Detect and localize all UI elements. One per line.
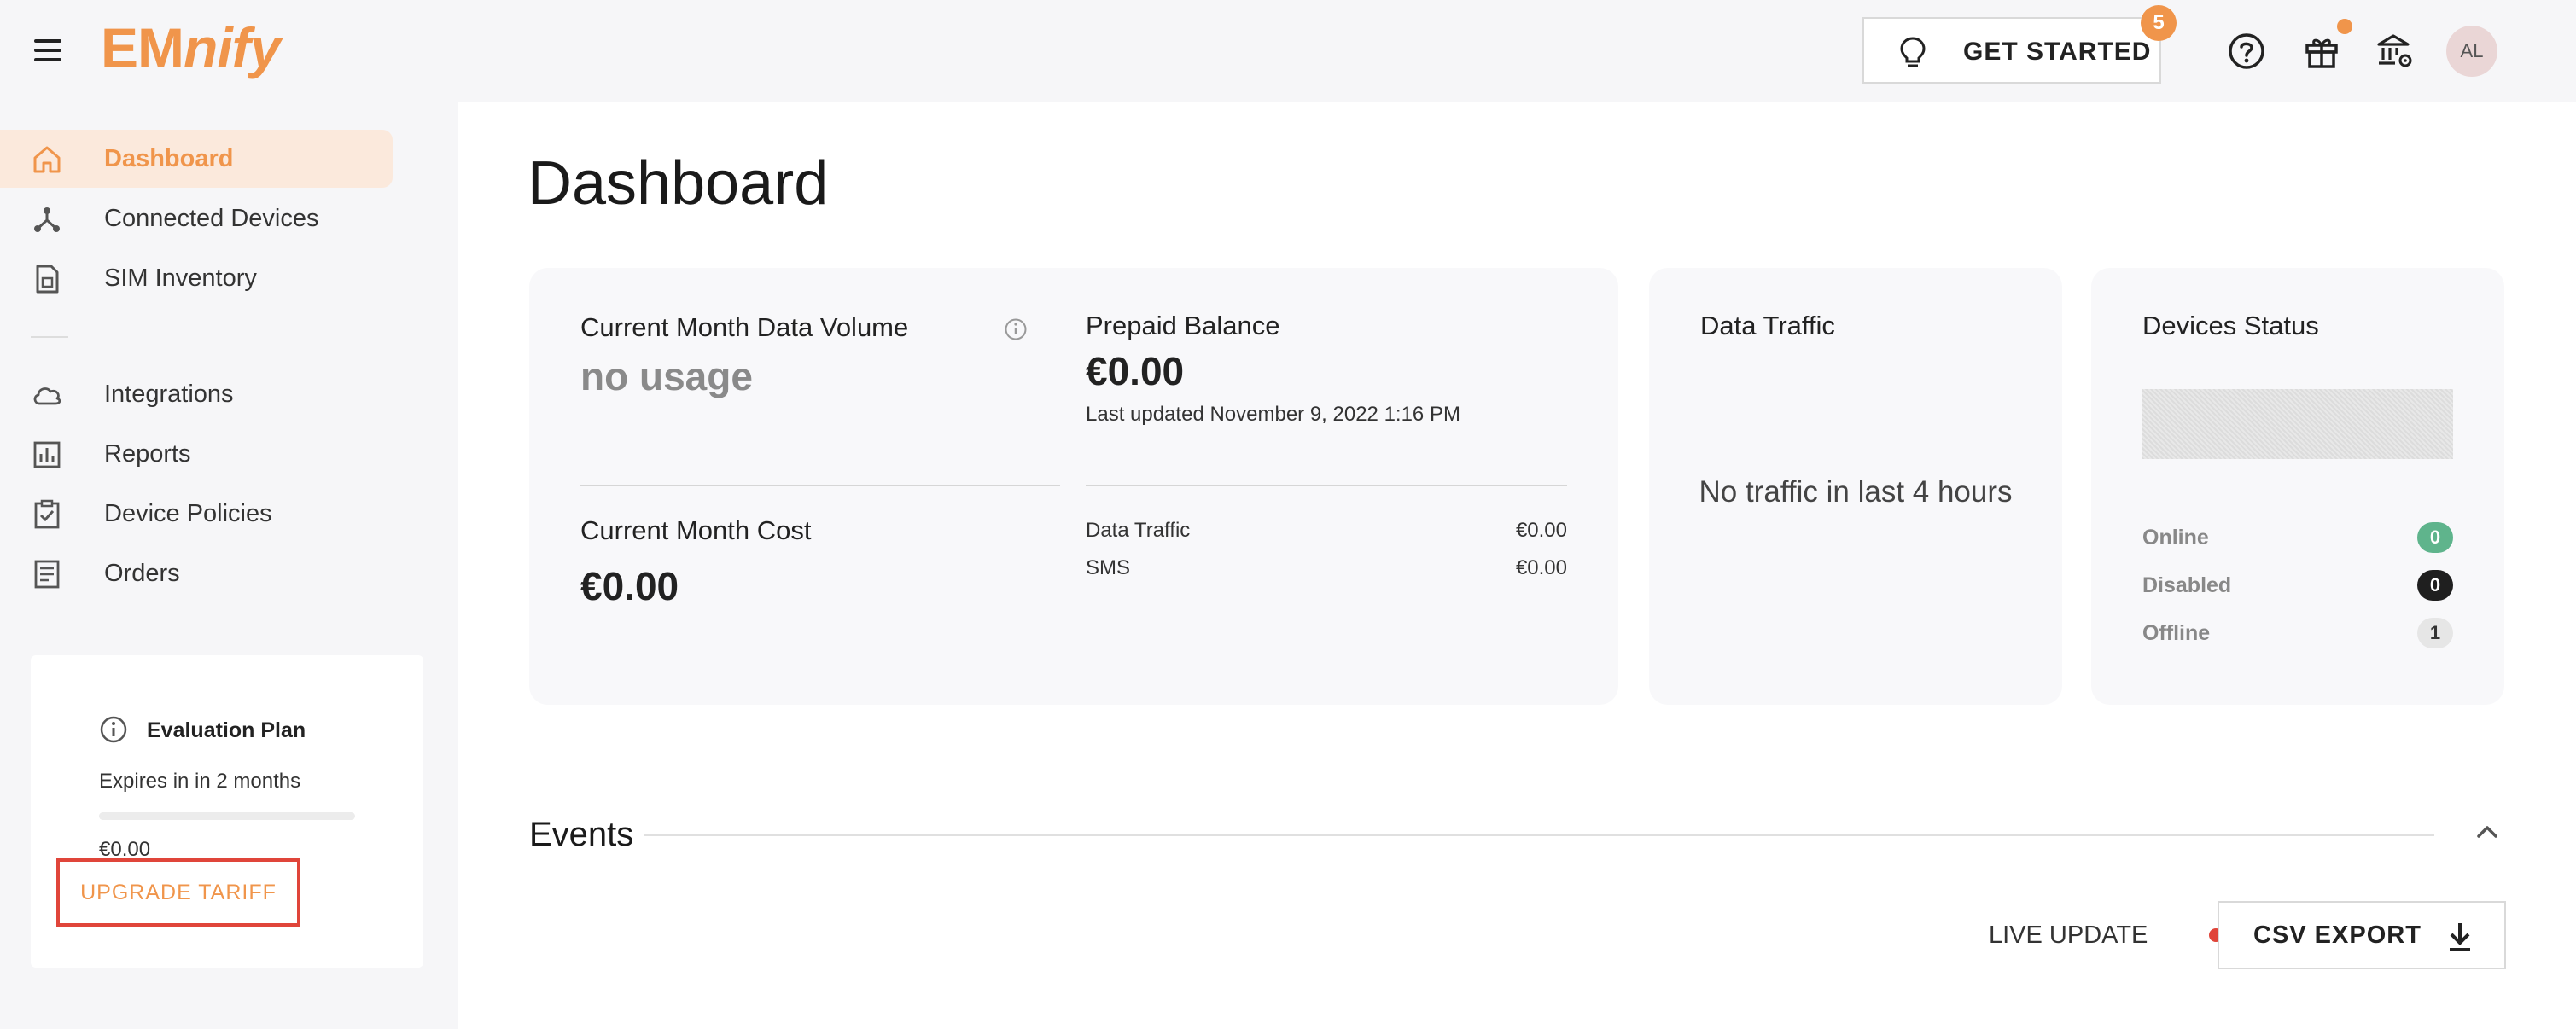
data-traffic-card: Data Traffic No traffic in last 4 hours [1649,268,2062,705]
lightbulb-icon [1900,37,1926,67]
chevron-up-icon[interactable] [2474,821,2501,841]
disabled-count-badge: 0 [2417,570,2453,601]
sidebar-item-sim-inventory[interactable]: SIM Inventory [0,249,393,307]
events-title: Events [529,816,634,853]
events-divider [644,834,2434,836]
cloud-icon [33,387,61,405]
online-count-badge: 0 [2417,522,2453,553]
gift-icon[interactable] [2301,31,2342,72]
user-avatar[interactable]: AL [2446,26,2497,77]
bank-settings-icon[interactable] [2375,31,2416,72]
csv-export-button[interactable]: CSV EXPORT [2218,901,2506,969]
chart-icon [33,441,61,468]
usage-card: Current Month Data Volume no usage Prepa… [529,268,1618,705]
month-cost-label: Current Month Cost [580,515,812,545]
main-content: Dashboard Current Month Data Volume no u… [458,102,2576,1029]
breakdown-sms-label: SMS [1086,556,1131,579]
get-started-label: GET STARTED [1963,38,2152,66]
divider [580,485,1060,486]
sidebar-divider [31,336,68,338]
data-traffic-title: Data Traffic [1700,311,1835,340]
emnify-logo[interactable]: EMnify [101,15,281,80]
network-icon [34,207,60,232]
breakdown-data-traffic-value: €0.00 [1515,519,1567,542]
gift-notification-dot [2337,19,2352,34]
devices-status-title: Devices Status [2142,311,2319,340]
upgrade-tariff-button[interactable]: UPGRADE TARIFF [56,858,300,927]
help-icon[interactable] [2226,31,2267,72]
get-started-button[interactable]: GET STARTED [1862,17,2161,84]
sidebar-item-orders[interactable]: Orders [0,544,393,602]
offline-count-badge: 1 [2417,618,2453,648]
sim-icon [36,265,59,294]
no-traffic-message: No traffic in last 4 hours [1699,475,2013,509]
plan-usage-bar [99,812,355,820]
info-icon [100,716,127,743]
last-updated-text: Last updated November 9, 2022 1:16 PM [1086,403,1460,426]
top-header: EMnify GET STARTED 5 AL [0,0,2576,102]
devices-status-bar [2142,389,2453,459]
menu-icon[interactable] [34,39,61,61]
status-row-offline: Offline 1 [2142,616,2453,650]
sidebar-item-dashboard[interactable]: Dashboard [0,130,393,188]
document-icon [34,560,60,589]
notification-badge: 5 [2141,5,2177,41]
home-icon [33,146,61,173]
data-volume-label: Current Month Data Volume [580,312,909,342]
plan-name: Evaluation Plan [147,718,306,742]
month-cost-value: €0.00 [580,564,679,608]
prepaid-balance-value: €0.00 [1086,349,1185,393]
sidebar-item-integrations[interactable]: Integrations [0,365,393,423]
sidebar-item-reports[interactable]: Reports [0,425,393,483]
sidebar: Dashboard Connected Devices SIM Inventor… [0,102,458,1029]
live-update-label[interactable]: LIVE UPDATE [1989,921,2148,950]
download-icon [2450,923,2470,951]
divider [1086,485,1567,486]
prepaid-balance-label: Prepaid Balance [1086,311,1280,340]
status-row-online: Online 0 [2142,520,2453,555]
info-icon[interactable] [1004,317,1028,341]
breakdown-data-traffic-label: Data Traffic [1086,519,1191,542]
plan-expiry: Expires in in 2 months [99,770,301,793]
page-title: Dashboard [527,149,829,218]
breakdown-sms-value: €0.00 [1515,556,1567,579]
clipboard-check-icon [34,499,60,529]
sidebar-item-connected-devices[interactable]: Connected Devices [0,189,393,247]
sidebar-item-device-policies[interactable]: Device Policies [0,485,393,543]
status-row-disabled: Disabled 0 [2142,568,2453,602]
devices-status-card: Devices Status Online 0 Disabled 0 Offli… [2091,268,2504,705]
data-volume-value: no usage [580,354,753,398]
